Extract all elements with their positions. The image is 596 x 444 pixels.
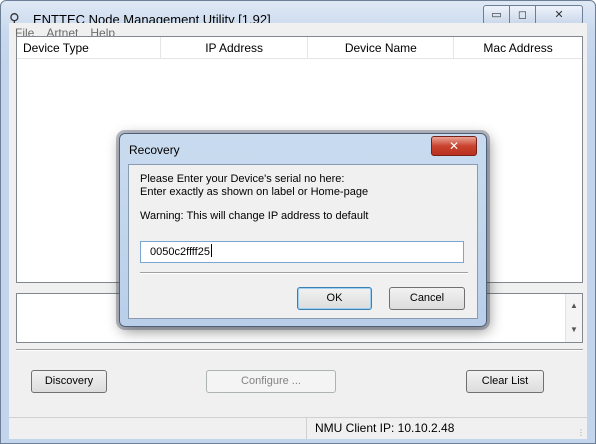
- serial-instruction: Please Enter your Device's serial no her…: [140, 173, 345, 185]
- close-button[interactable]: ✕: [536, 5, 583, 25]
- column-device-name[interactable]: Device Name: [308, 37, 455, 59]
- status-bar: NMU Client IP: 10.10.2.48 ⋮: [9, 417, 587, 439]
- column-mac-address[interactable]: Mac Address: [454, 37, 582, 59]
- log-scrollbar[interactable]: ▲ ▼: [565, 294, 582, 342]
- serial-hint: Enter exactly as shown on label or Home-…: [140, 186, 369, 198]
- cancel-button[interactable]: Cancel: [389, 287, 465, 310]
- warning-text: Warning: This will change IP address to …: [140, 210, 369, 222]
- status-client-ip: NMU Client IP: 10.10.2.48: [306, 418, 587, 439]
- recovery-dialog: Recovery ✕ Please Enter your Device's se…: [119, 133, 487, 327]
- serial-input-value: 0050c2ffff25: [150, 246, 210, 258]
- discovery-button[interactable]: Discovery: [31, 370, 107, 393]
- clear-list-button[interactable]: Clear List: [466, 370, 544, 393]
- device-list-header: Device Type IP Address Device Name Mac A…: [17, 37, 582, 59]
- divider: [16, 349, 583, 351]
- column-device-type[interactable]: Device Type: [17, 37, 161, 59]
- scroll-up-arrow-icon[interactable]: ▲: [566, 294, 582, 318]
- serial-input[interactable]: 0050c2ffff25: [140, 241, 464, 263]
- dialog-body: Please Enter your Device's serial no her…: [128, 164, 478, 319]
- scroll-down-arrow-icon[interactable]: ▼: [566, 318, 582, 342]
- dialog-divider: [140, 272, 468, 274]
- dialog-title: Recovery: [129, 143, 180, 157]
- configure-button[interactable]: Configure ...: [206, 370, 336, 393]
- minimize-button[interactable]: ▭: [483, 5, 510, 25]
- dialog-close-button[interactable]: ✕: [431, 136, 477, 156]
- status-left: [9, 418, 306, 439]
- ok-button[interactable]: OK: [297, 287, 372, 310]
- resize-grip-icon[interactable]: ⋮: [577, 428, 585, 437]
- text-caret: [210, 244, 212, 257]
- column-ip-address[interactable]: IP Address: [161, 37, 309, 59]
- maximize-button[interactable]: ◻: [510, 5, 536, 25]
